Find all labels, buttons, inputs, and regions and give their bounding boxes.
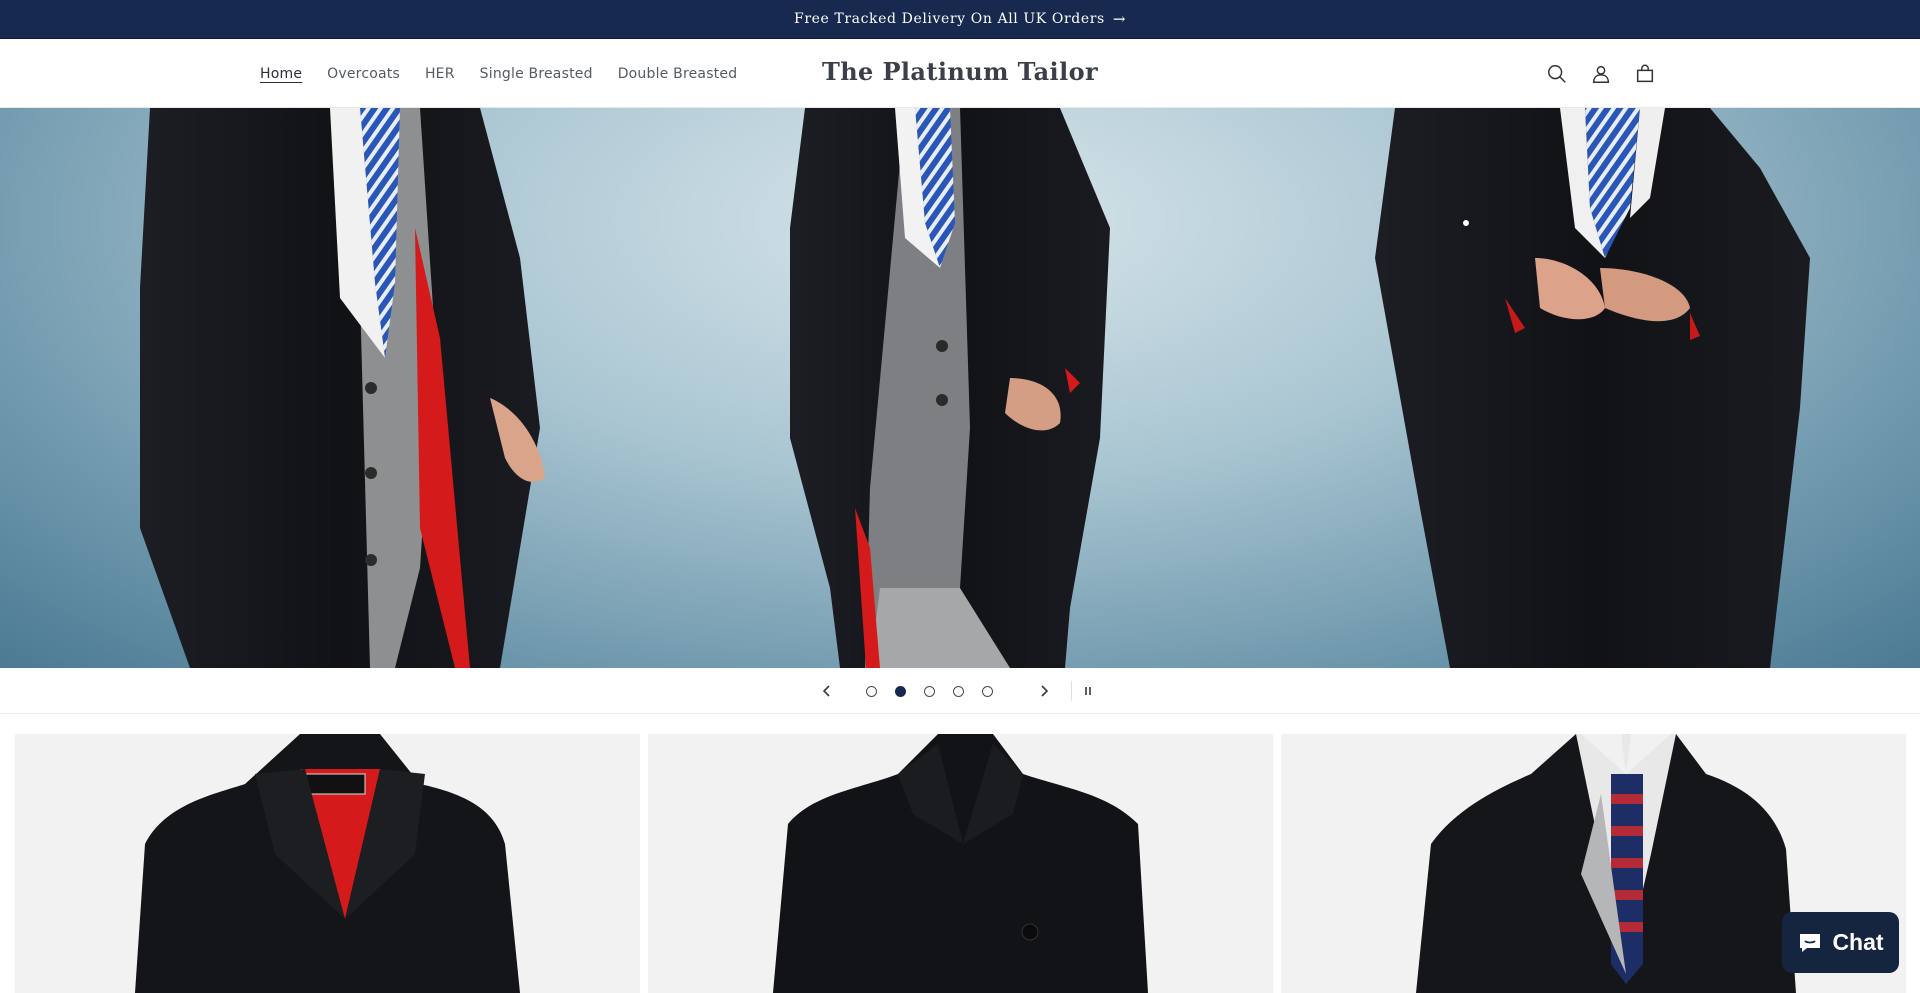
- chevron-right-icon: [1041, 685, 1049, 697]
- next-slide-button[interactable]: [1032, 668, 1056, 714]
- cart-icon[interactable]: [1633, 62, 1657, 86]
- controls-divider: [1071, 681, 1072, 701]
- site-logo-text[interactable]: The Platinum Tailor: [822, 57, 1098, 86]
- nav-home[interactable]: Home: [260, 66, 302, 82]
- hero-slide-image: [0, 108, 1920, 668]
- chevron-left-icon: [822, 685, 830, 697]
- site-header: The Platinum Tailor Home Overcoats HER S…: [0, 39, 1920, 108]
- product-image-single-breasted-overcoat: [135, 734, 520, 993]
- search-icon[interactable]: [1545, 62, 1569, 86]
- chat-button[interactable]: Chat: [1782, 912, 1899, 973]
- slide-dot-3[interactable]: [924, 685, 935, 697]
- chat-bubble-icon: [1800, 933, 1821, 952]
- announcement-text: Free Tracked Delivery On All UK Orders: [794, 11, 1105, 27]
- pause-slideshow-button[interactable]: [1076, 668, 1100, 714]
- overcoat-models-illustration: [140, 108, 1810, 668]
- chat-label: Chat: [1832, 929, 1884, 955]
- product-card[interactable]: [15, 734, 640, 993]
- slide-dot-5[interactable]: [982, 685, 993, 697]
- nav-overcoats[interactable]: Overcoats: [327, 66, 400, 82]
- nav-her[interactable]: HER: [425, 66, 455, 82]
- account-icon[interactable]: [1589, 62, 1613, 86]
- slide-dots: [866, 668, 993, 714]
- slideshow-controls: [0, 668, 1920, 714]
- pause-icon: [1085, 687, 1091, 695]
- slide-dot-1[interactable]: [866, 685, 877, 697]
- slide-dot-4[interactable]: [953, 685, 964, 697]
- arrow-right-icon: →: [1112, 10, 1126, 28]
- product-image-double-breasted-peacoat: [773, 734, 1148, 993]
- main-nav: Home Overcoats HER Single Breasted Doubl…: [260, 39, 762, 108]
- previous-slide-button[interactable]: [815, 668, 839, 714]
- announcement-bar[interactable]: Free Tracked Delivery On All UK Orders →: [0, 0, 1920, 39]
- slide-dot-2[interactable]: [895, 685, 906, 697]
- nav-single-breasted[interactable]: Single Breasted: [480, 66, 593, 82]
- header-icons: [1545, 39, 1657, 108]
- product-card[interactable]: [648, 734, 1273, 993]
- nav-double-breasted[interactable]: Double Breasted: [618, 66, 738, 82]
